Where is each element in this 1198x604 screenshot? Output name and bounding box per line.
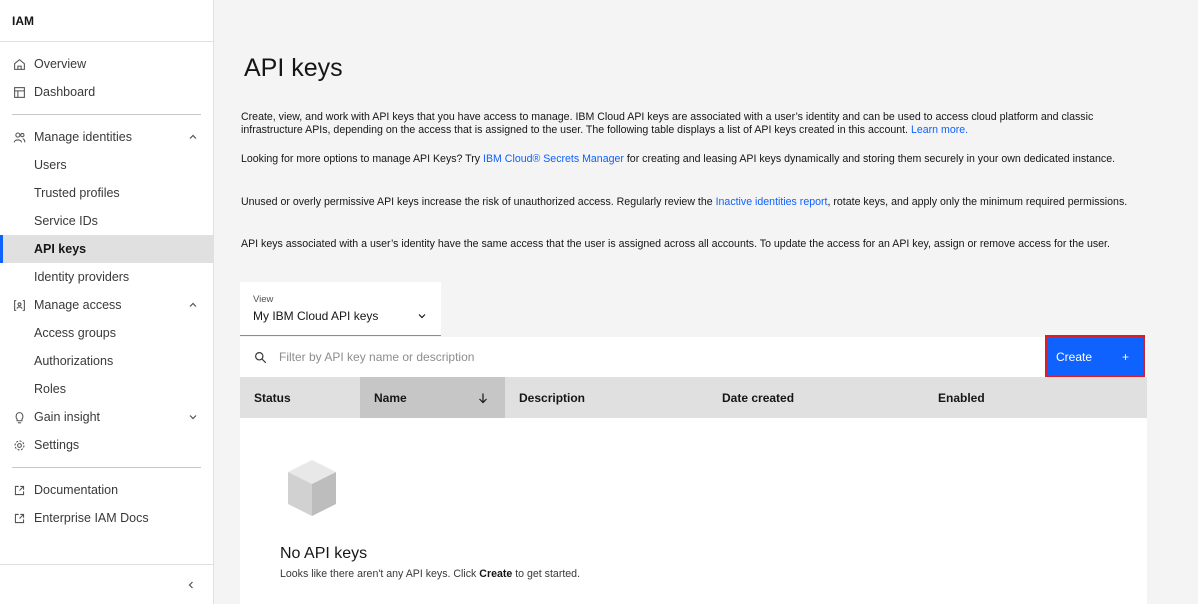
intro-paragraph: Create, view, and work with API keys tha…: [241, 111, 1146, 137]
sidebar-item-label: Manage access: [34, 298, 122, 312]
launch-icon: [12, 511, 26, 525]
sidebar-item-service-ids[interactable]: Service IDs: [0, 207, 213, 235]
access-icon: [12, 298, 26, 312]
column-header-description[interactable]: Description: [505, 377, 708, 418]
sidebar-item-users[interactable]: Users: [0, 151, 213, 179]
sidebar-item-authorizations[interactable]: Authorizations: [0, 347, 213, 375]
empty-box-icon: [288, 460, 336, 516]
sidebar-item-label: Access groups: [34, 326, 116, 340]
risk-text-after: , rotate keys, and apply only the minimu…: [827, 196, 1128, 208]
chevron-up-icon: [187, 131, 199, 143]
sidebar-item-api-keys[interactable]: API keys: [0, 235, 213, 263]
sidebar-item-label: API keys: [34, 242, 87, 256]
risk-text: Unused or overly permissive API keys inc…: [241, 196, 713, 208]
sidebar-list: Overview Dashboard Manage identities Use…: [0, 42, 213, 532]
table-toolbar: Create +: [240, 335, 1147, 378]
users-icon: [12, 130, 26, 144]
empty-state: No API keys Looks like there aren't any …: [240, 418, 1147, 604]
plus-icon: +: [1121, 349, 1129, 364]
sidebar-item-label: Trusted profiles: [34, 186, 120, 200]
gear-icon: [12, 438, 26, 452]
sidebar-item-settings[interactable]: Settings: [0, 431, 213, 459]
chevron-up-icon: [187, 299, 199, 311]
sidebar-collapse-bar: [0, 564, 213, 604]
sidebar-item-label: Identity providers: [34, 270, 130, 284]
column-header-name[interactable]: Name: [360, 377, 505, 418]
sidebar-item-access-groups[interactable]: Access groups: [0, 319, 213, 347]
launch-icon: [12, 483, 26, 497]
column-header-date-created[interactable]: Date created: [708, 377, 924, 418]
inactive-identities-link[interactable]: Inactive identities report: [716, 196, 828, 208]
sidebar-divider: [12, 114, 201, 115]
secrets-text: Looking for more options to manage API K…: [241, 153, 481, 165]
chevron-down-icon: [418, 314, 426, 319]
empty-desc-text-after: to get started.: [515, 568, 581, 580]
sidebar-item-label: Gain insight: [34, 410, 101, 424]
sidebar-item-documentation[interactable]: Documentation: [0, 476, 213, 504]
sidebar-title: IAM: [0, 0, 213, 42]
create-button-label: Create: [1056, 349, 1093, 364]
column-header-enabled[interactable]: Enabled: [924, 377, 1147, 418]
table-header: Status Name Description Date created Ena…: [240, 377, 1147, 418]
sidebar-item-trusted-profiles[interactable]: Trusted profiles: [0, 179, 213, 207]
sidebar-item-label: Dashboard: [34, 85, 96, 99]
sidebar-item-label: Users: [34, 158, 67, 172]
risk-paragraph: Unused or overly permissive API keys inc…: [241, 196, 1146, 209]
sidebar-item-label: Service IDs: [34, 214, 98, 228]
sidebar-item-manage-identities[interactable]: Manage identities: [0, 123, 213, 151]
secrets-text-after: for creating and leasing API keys dynami…: [626, 153, 1116, 165]
empty-desc-bold: Create: [479, 568, 513, 580]
dashboard-icon: [12, 85, 26, 99]
sidebar-item-gain-insight[interactable]: Gain insight: [0, 403, 213, 431]
secrets-manager-paragraph: Looking for more options to manage API K…: [241, 153, 1146, 166]
view-selected-value: My IBM Cloud API keys: [253, 309, 379, 323]
sidebar-item-label: Authorizations: [34, 354, 114, 368]
sidebar-item-label: Overview: [34, 57, 87, 71]
sidebar-item-enterprise-iam-docs[interactable]: Enterprise IAM Docs: [0, 504, 213, 532]
view-select[interactable]: My IBM Cloud API keys: [253, 309, 428, 323]
sidebar-item-dashboard[interactable]: Dashboard: [0, 78, 213, 106]
view-dropdown[interactable]: View My IBM Cloud API keys: [240, 282, 441, 336]
sidebar-item-manage-access[interactable]: Manage access: [0, 291, 213, 319]
chevron-down-icon: [187, 411, 199, 423]
view-label: View: [253, 294, 274, 305]
sidebar: IAM Overview Dashboard Manage identities: [0, 0, 214, 604]
page-title: API keys: [244, 54, 343, 82]
empty-state-description: Looks like there aren't any API keys. Cl…: [280, 568, 580, 580]
sidebar-item-overview[interactable]: Overview: [0, 50, 213, 78]
chevron-left-icon: [188, 581, 193, 588]
lightbulb-icon: [12, 410, 26, 424]
main-content: API keys Create, view, and work with API…: [214, 0, 1198, 604]
search-input[interactable]: [279, 350, 879, 364]
collapse-sidebar-button[interactable]: [185, 579, 197, 591]
learn-more-link[interactable]: Learn more.: [911, 124, 968, 136]
arrow-down-icon: [479, 393, 487, 403]
sidebar-item-label: Enterprise IAM Docs: [34, 511, 149, 525]
sidebar-item-identity-providers[interactable]: Identity providers: [0, 263, 213, 291]
sidebar-item-roles[interactable]: Roles: [0, 375, 213, 403]
home-icon: [12, 57, 26, 71]
search-icon: [255, 351, 267, 363]
sidebar-item-label: Manage identities: [34, 130, 132, 144]
sidebar-item-label: Roles: [34, 382, 66, 396]
sidebar-divider: [12, 467, 201, 468]
secrets-manager-link[interactable]: IBM Cloud® Secrets Manager: [483, 153, 624, 165]
sidebar-item-label: Settings: [34, 438, 80, 452]
empty-desc-text: Looks like there aren't any API keys. Cl…: [280, 568, 477, 580]
create-button[interactable]: Create +: [1045, 335, 1145, 378]
column-header-label: Name: [374, 390, 407, 405]
empty-state-title: No API keys: [280, 545, 368, 562]
column-header-status[interactable]: Status: [240, 377, 360, 418]
access-paragraph: API keys associated with a user’s identi…: [241, 238, 1110, 250]
sidebar-item-label: Documentation: [34, 483, 119, 497]
search-bar: [240, 337, 1046, 377]
